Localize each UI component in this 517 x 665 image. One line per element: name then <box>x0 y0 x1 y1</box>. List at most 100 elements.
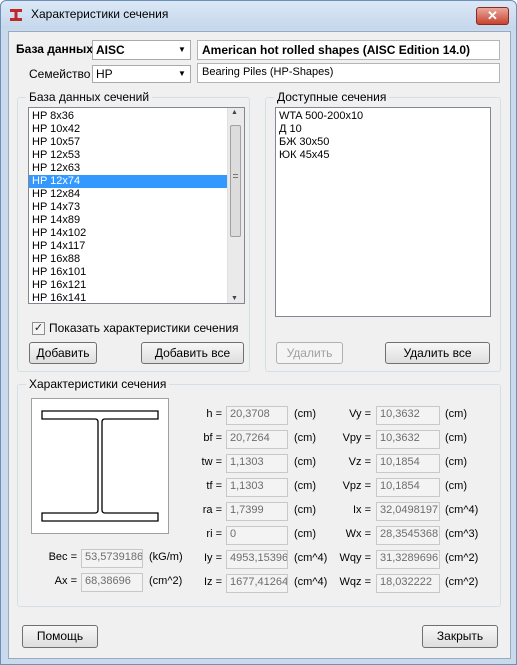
ix-unit: (cm^4) <box>445 504 479 516</box>
list-item[interactable]: WTA 500-200x10 <box>276 110 486 123</box>
list-item[interactable]: ЮК 45x45 <box>276 149 486 162</box>
available-sections-title: Доступные сечения <box>274 90 390 104</box>
thumb-grip-icon <box>233 174 238 178</box>
ax-label: Ax = <box>54 575 77 587</box>
wx-label: Wx = <box>345 528 371 540</box>
ra-label: ra = <box>202 504 222 516</box>
tf-field: 1,1303 <box>226 478 288 497</box>
list-item[interactable]: HP 14x117 <box>29 240 228 253</box>
list-item[interactable]: HP 10x42 <box>29 123 228 136</box>
window-close-button[interactable]: ✕ <box>476 7 509 25</box>
list-item[interactable]: HP 16x88 <box>29 253 228 266</box>
list-item[interactable]: HP 16x141 <box>29 292 228 303</box>
vpy-unit: (cm) <box>445 432 467 444</box>
vpz-unit: (cm) <box>445 480 467 492</box>
list-item[interactable]: HP 14x73 <box>29 201 228 214</box>
list-item[interactable]: HP 12x53 <box>29 149 228 162</box>
delete-button[interactable]: Удалить <box>276 342 343 364</box>
list-item[interactable]: HP 16x101 <box>29 266 228 279</box>
section-props-title: Характеристики сечения <box>26 377 170 391</box>
vpy-label: Vpy = <box>342 432 371 444</box>
scrollbar-thumb[interactable] <box>230 125 241 237</box>
title-bar[interactable]: Характеристики сечения ✕ <box>1 1 516 29</box>
delete-all-button[interactable]: Удалить все <box>385 342 490 364</box>
iz-label: Iz = <box>203 576 222 588</box>
ra-unit: (cm) <box>294 504 316 516</box>
list-item[interactable]: HP 14x89 <box>29 214 228 227</box>
list-item[interactable]: HP 12x63 <box>29 162 228 175</box>
iy-field: 4953,15396 <box>226 550 288 569</box>
database-combo[interactable]: AISC ▼ <box>92 40 191 60</box>
bf-unit: (cm) <box>294 432 316 444</box>
scroll-down-icon[interactable]: ▼ <box>231 295 238 302</box>
ra-field: 1,7399 <box>226 502 288 521</box>
checkmark-icon: ✓ <box>33 322 44 334</box>
list-item[interactable]: HP 8x36 <box>29 110 228 123</box>
scroll-up-icon[interactable]: ▲ <box>231 109 238 116</box>
tw-label: tw = <box>201 456 222 468</box>
bf-field: 20,7264 <box>226 430 288 449</box>
list-item[interactable]: Д 10 <box>276 123 486 136</box>
database-description-field[interactable]: American hot rolled shapes (AISC Edition… <box>197 40 500 60</box>
list-item[interactable]: HP 14x102 <box>29 227 228 240</box>
db-sections-title: База данных сечений <box>26 90 153 104</box>
list-item[interactable]: HP 12x74 <box>29 175 228 188</box>
iy-unit: (cm^4) <box>294 552 328 564</box>
vy-label: Vy = <box>349 408 371 420</box>
wqz-unit: (cm^2) <box>445 576 479 588</box>
tf-label: tf = <box>206 480 222 492</box>
h-field: 20,3708 <box>226 406 288 425</box>
chevron-down-icon: ▼ <box>178 69 186 78</box>
iz-unit: (cm^4) <box>294 576 328 588</box>
add-button[interactable]: Добавить <box>29 342 97 364</box>
tf-unit: (cm) <box>294 480 316 492</box>
vpy-field: 10,3632 <box>376 430 440 449</box>
list-item[interactable]: HP 12x84 <box>29 188 228 201</box>
i-beam-section-icon <box>41 410 159 522</box>
scrollbar[interactable]: ▲ ▼ <box>227 108 244 303</box>
show-props-label[interactable]: Показать характеристики сечения <box>49 321 239 335</box>
wqz-field: 18,032222 <box>376 574 440 593</box>
tw-unit: (cm) <box>294 456 316 468</box>
wx-field: 28,3545368 <box>376 526 440 545</box>
bec-label: Bec = <box>48 551 77 563</box>
close-button[interactable]: Закрыть <box>422 625 498 648</box>
iz-field: 1677,41264 <box>226 574 288 593</box>
tw-field: 1,1303 <box>226 454 288 473</box>
vy-unit: (cm) <box>445 408 467 420</box>
db-sections-list[interactable]: HP 8x36 HP 10x42 HP 10x57 HP 12x53 HP 12x63 H… <box>28 107 245 304</box>
database-label: База данных <box>16 42 93 56</box>
section-preview <box>31 398 169 534</box>
database-value: AISC <box>96 43 125 57</box>
wqy-field: 31,3289696 <box>376 550 440 569</box>
bf-label: bf = <box>203 432 222 444</box>
ix-field: 32,0498197 <box>376 502 440 521</box>
ax-field: 68,38696 <box>81 573 143 592</box>
chevron-down-icon: ▼ <box>178 45 186 54</box>
bec-field: 53,5739186 <box>81 549 143 568</box>
dialog-window: Характеристики сечения ✕ База данных AIS… <box>0 0 517 665</box>
vz-label: Vz = <box>348 456 371 468</box>
family-label: Семейство <box>29 67 91 81</box>
vpz-label: Vpz = <box>342 480 371 492</box>
list-item[interactable]: HP 16x121 <box>29 279 228 292</box>
dialog-client: База данных AISC ▼ American hot rolled s… <box>8 31 511 659</box>
show-props-checkbox[interactable]: ✓ <box>32 322 45 335</box>
help-button[interactable]: Помощь <box>22 625 98 648</box>
add-all-button[interactable]: Добавить все <box>141 342 244 364</box>
h-unit: (cm) <box>294 408 316 420</box>
list-item[interactable]: БЖ 30x50 <box>276 136 486 149</box>
wqy-label: Wqy = <box>339 552 371 564</box>
available-sections-list[interactable]: WTA 500-200x10 Д 10 БЖ 30x50 ЮК 45x45 <box>275 107 491 317</box>
vz-unit: (cm) <box>445 456 467 468</box>
wqy-unit: (cm^2) <box>445 552 479 564</box>
ax-unit: (cm^2) <box>149 575 183 587</box>
window-title: Характеристики сечения <box>31 7 169 21</box>
ri-field: 0 <box>226 526 288 545</box>
family-description-field[interactable]: Bearing Piles (HP-Shapes) <box>197 63 500 83</box>
wx-unit: (cm^3) <box>445 528 479 540</box>
list-item[interactable]: HP 10x57 <box>29 136 228 149</box>
bec-unit: (kG/m) <box>149 551 183 563</box>
family-combo[interactable]: HP ▼ <box>92 65 191 83</box>
ix-label: Ix = <box>352 504 371 516</box>
